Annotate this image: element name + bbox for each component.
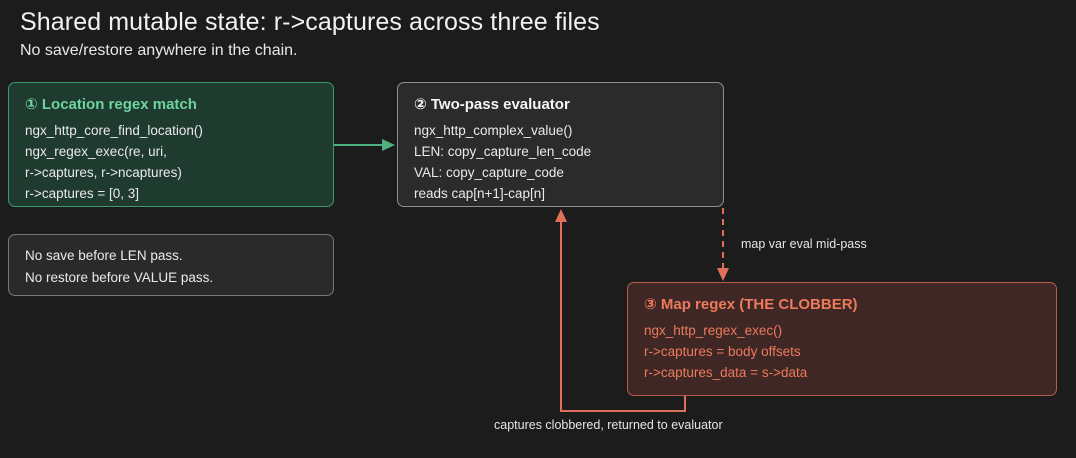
location-regex-title: ① Location regex match (25, 96, 197, 113)
arrowhead-return (555, 209, 567, 222)
note-line-1: No save before LEN pass. (25, 248, 183, 263)
mid-pass-label: map var eval mid-pass (741, 237, 867, 251)
returned-label: captures clobbered, returned to evaluato… (494, 418, 723, 432)
map-line-1: ngx_http_regex_exec() (644, 323, 783, 338)
map-regex-title: ③ Map regex (THE CLOBBER) (644, 296, 858, 313)
note-line-2: No restore before VALUE pass. (25, 270, 214, 285)
two-pass-evaluator-box: ② Two-pass evaluator ngx_http_complex_va… (397, 82, 724, 207)
evaluator-line-2: LEN: copy_capture_len_code (414, 144, 592, 159)
evaluator-line-3: VAL: copy_capture_code (414, 165, 564, 180)
map-line-3: r->captures_data = s->data (644, 365, 808, 380)
map-line-2: r->captures = body offsets (644, 344, 801, 359)
evaluator-title: ② Two-pass evaluator (414, 96, 570, 113)
location-line-2: ngx_regex_exec(re, uri, (25, 144, 167, 159)
location-line-1: ngx_http_core_find_location() (25, 123, 203, 138)
arrowhead-green (382, 139, 395, 151)
map-regex-clobber-box: ③ Map regex (THE CLOBBER) ngx_http_regex… (627, 282, 1057, 396)
evaluator-line-1: ngx_http_complex_value() (414, 123, 573, 138)
arrowhead-dashed (717, 268, 729, 281)
location-line-3: r->captures, r->ncaptures) (25, 165, 182, 180)
location-regex-box: ① Location regex match ngx_http_core_fin… (8, 82, 334, 207)
location-line-4: r->captures = [0, 3] (25, 186, 140, 201)
evaluator-line-4: reads cap[n+1]-cap[n] (414, 186, 545, 201)
no-save-restore-note-box: No save before LEN pass. No restore befo… (8, 234, 334, 296)
